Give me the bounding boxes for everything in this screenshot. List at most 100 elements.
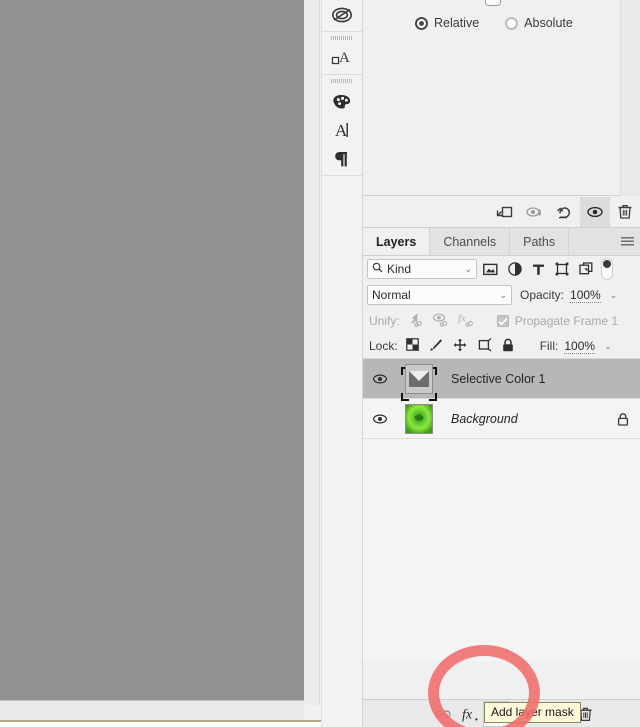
fill-label: Fill: bbox=[539, 339, 559, 353]
tab-channels[interactable]: Channels bbox=[430, 228, 511, 255]
radio-relative-label: Relative bbox=[434, 16, 480, 30]
radio-relative[interactable]: Relative bbox=[415, 16, 479, 30]
panel-group-type: A bbox=[322, 75, 362, 176]
opacity-value[interactable]: 100% bbox=[570, 288, 601, 303]
fill-chevron-icon[interactable]: ⌄ bbox=[604, 341, 612, 352]
opacity-label: Opacity: bbox=[520, 288, 565, 302]
lock-artboard-icon[interactable] bbox=[477, 337, 492, 355]
filter-adjustment-icon[interactable] bbox=[508, 262, 522, 276]
svg-text:A: A bbox=[335, 121, 348, 140]
blend-mode-row: Normal ⌄ Opacity: 100% ⌄ bbox=[363, 282, 640, 308]
layer-lock-indicator[interactable] bbox=[606, 412, 640, 426]
link-layers-button[interactable] bbox=[429, 701, 456, 727]
layer-filter-kind-value: Kind bbox=[387, 262, 412, 276]
filter-pixel-icon[interactable] bbox=[483, 263, 498, 276]
layer-filter-type-icons bbox=[483, 262, 593, 276]
unify-style-icon[interactable]: fx bbox=[458, 312, 475, 330]
layers-panel: Layers Channels Paths Kind ⌄ Normal ⌄ Op… bbox=[363, 228, 640, 727]
unify-row: Unify: fx Propagate Frame 1 bbox=[363, 308, 640, 334]
unify-label: Unify: bbox=[369, 314, 400, 328]
tab-paths[interactable]: Paths bbox=[510, 228, 570, 255]
collapsed-panel-iconstrip[interactable]: A A bbox=[321, 0, 363, 727]
reset-icon[interactable] bbox=[550, 197, 580, 227]
view-previous-state-icon[interactable] bbox=[520, 197, 550, 227]
delete-adjustment-icon[interactable] bbox=[610, 197, 640, 227]
lock-position-icon[interactable] bbox=[453, 338, 467, 355]
layer-thumbnail[interactable] bbox=[405, 403, 433, 434]
unify-visibility-icon[interactable] bbox=[432, 312, 449, 330]
panel-grip-2[interactable] bbox=[322, 75, 362, 86]
layer-style-button[interactable]: fx bbox=[456, 701, 483, 727]
clip-to-layer-icon[interactable] bbox=[490, 197, 520, 227]
blend-mode-select[interactable]: Normal ⌄ bbox=[367, 285, 512, 305]
table-row[interactable]: Background bbox=[363, 399, 640, 439]
character-icon[interactable]: A bbox=[322, 115, 362, 144]
layer-filter-toggle[interactable] bbox=[601, 258, 613, 280]
layer-filter-kind-select[interactable]: Kind ⌄ bbox=[367, 259, 477, 279]
lock-all-icon[interactable] bbox=[502, 338, 514, 355]
propagate-frame-checkbox[interactable] bbox=[496, 315, 509, 327]
svg-text:fx: fx bbox=[458, 313, 466, 325]
svg-text:fx: fx bbox=[462, 707, 473, 722]
photoshop-window: A A Relative Absolute Layers Channels Pa… bbox=[0, 0, 640, 727]
document-canvas[interactable] bbox=[0, 0, 304, 700]
panel-group-charstyles: A bbox=[322, 32, 362, 75]
layers-panel-tabbar: Layers Channels Paths bbox=[363, 228, 640, 256]
layer-name[interactable]: Background bbox=[441, 412, 606, 426]
tab-paths-label: Paths bbox=[523, 234, 556, 249]
propagate-frame-label: Propagate Frame 1 bbox=[514, 314, 619, 328]
lock-transparency-icon[interactable] bbox=[405, 338, 419, 354]
toolstrip-spacer bbox=[322, 176, 362, 204]
fill-value[interactable]: 100% bbox=[564, 339, 596, 354]
unify-position-icon[interactable] bbox=[407, 312, 423, 330]
panel-grip[interactable] bbox=[322, 32, 362, 43]
layer-visibility-toggle[interactable] bbox=[363, 373, 397, 385]
filter-smartobject-icon[interactable] bbox=[579, 262, 593, 276]
radio-absolute-label: Absolute bbox=[524, 16, 573, 30]
swatches-palette-icon[interactable] bbox=[322, 86, 362, 115]
layer-name[interactable]: Selective Color 1 bbox=[441, 372, 606, 386]
layer-visibility-toggle[interactable] bbox=[363, 413, 397, 425]
creative-cloud-icon[interactable] bbox=[322, 0, 362, 29]
unify-icons: fx bbox=[407, 312, 475, 330]
filter-shape-icon[interactable] bbox=[555, 262, 569, 276]
properties-panel-right-edge bbox=[620, 0, 640, 196]
layer-list: Selective Color 1 Background bbox=[363, 359, 640, 661]
opacity-chevron-icon[interactable]: ⌄ bbox=[610, 290, 618, 301]
lock-icons bbox=[405, 337, 514, 355]
adjustment-panel-iconbar bbox=[363, 196, 640, 228]
tab-layers[interactable]: Layers bbox=[363, 228, 431, 255]
panel-menu-icon[interactable] bbox=[614, 228, 640, 255]
canvas-right-gutter bbox=[304, 0, 320, 705]
paragraph-icon[interactable] bbox=[322, 144, 362, 173]
chevron-down-icon[interactable]: ⌄ bbox=[464, 264, 472, 275]
filter-type-icon[interactable] bbox=[532, 263, 545, 276]
layer-list-empty-area[interactable] bbox=[363, 439, 640, 661]
canvas-bottom-strip bbox=[0, 700, 304, 720]
search-icon bbox=[372, 262, 383, 276]
layer-filter-row: Kind ⌄ bbox=[363, 256, 640, 282]
lock-label: Lock: bbox=[369, 339, 398, 353]
blend-mode-value: Normal bbox=[372, 288, 411, 302]
tabbar-filler bbox=[569, 228, 614, 255]
layer-thumbnail-wrap[interactable] bbox=[397, 363, 441, 401]
method-radio-group: Relative Absolute bbox=[415, 16, 573, 30]
svg-text:A: A bbox=[339, 50, 350, 66]
tab-layers-label: Layers bbox=[376, 234, 417, 249]
tooltip: Add layer mask bbox=[484, 702, 581, 723]
toggle-visibility-icon[interactable] bbox=[580, 196, 610, 227]
properties-panel: Relative Absolute bbox=[363, 0, 620, 196]
radio-absolute-dot[interactable] bbox=[505, 16, 519, 30]
slider-handle[interactable] bbox=[485, 0, 501, 6]
layer-thumbnail-wrap[interactable] bbox=[397, 403, 441, 434]
chevron-down-icon-blend[interactable]: ⌄ bbox=[499, 290, 507, 301]
radio-relative-dot[interactable] bbox=[415, 16, 428, 30]
layer-thumbnail[interactable] bbox=[405, 363, 433, 394]
panel-group-cc bbox=[322, 0, 362, 32]
lock-image-icon[interactable] bbox=[429, 338, 443, 355]
radio-absolute[interactable]: Absolute bbox=[505, 16, 573, 30]
character-style-icon[interactable]: A bbox=[322, 43, 362, 72]
tab-channels-label: Channels bbox=[443, 234, 497, 249]
table-row[interactable]: Selective Color 1 bbox=[363, 359, 640, 401]
lock-row: Lock: Fill: 100% ⌄ bbox=[363, 334, 640, 359]
